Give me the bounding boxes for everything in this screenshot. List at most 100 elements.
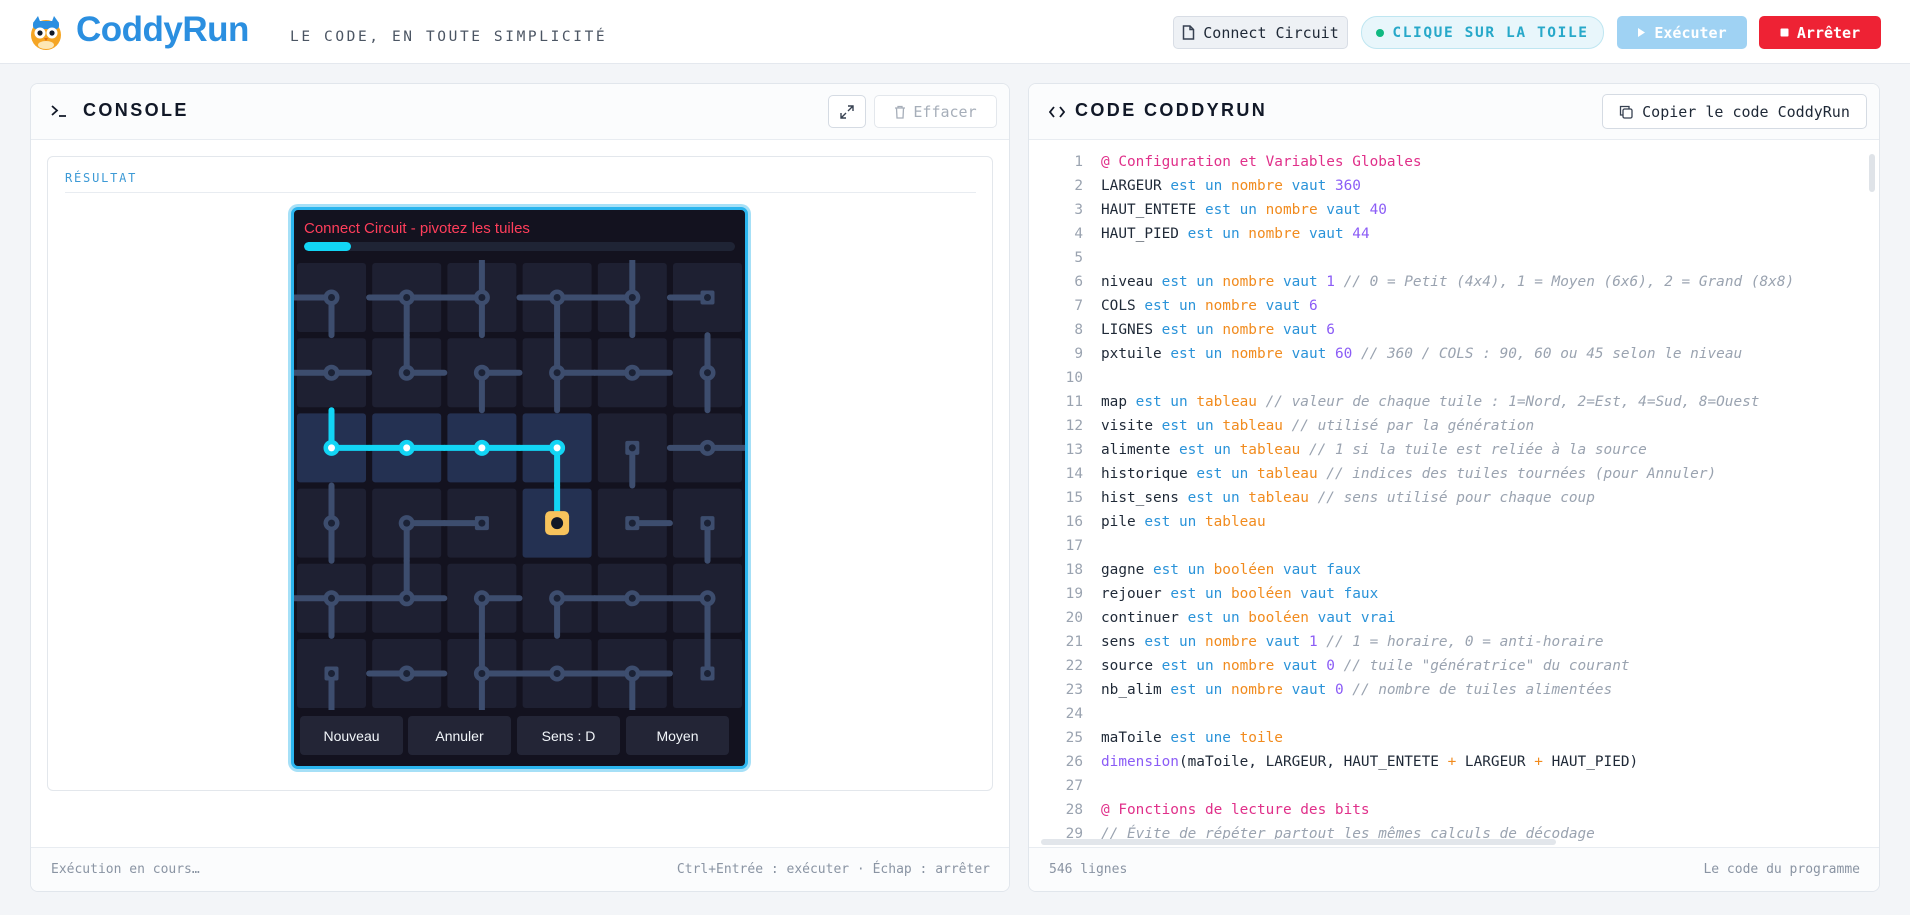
line-number: 22: [1065, 658, 1083, 674]
node-core: [403, 369, 411, 377]
code-token: +: [1534, 754, 1543, 770]
code-token: vaut faux: [1282, 562, 1361, 578]
node-core: [553, 369, 561, 377]
tagline: LE CODE, EN TOUTE SIMPLICITÉ: [290, 29, 608, 45]
owl-logo-icon: [31, 16, 61, 50]
line-number: 2: [1074, 178, 1083, 194]
line-number: 16: [1065, 514, 1083, 530]
code-footer-label: Le code du programme: [1703, 862, 1860, 877]
line-number: 23: [1065, 682, 1083, 698]
code-token: // tuile "génératrice" du courant: [1343, 658, 1630, 674]
node-core: [704, 594, 711, 602]
terminal-icon: [51, 105, 66, 117]
code-token: pxtuile: [1101, 346, 1171, 362]
code-token: booléen: [1248, 610, 1318, 626]
code-token: // sens utilisé pour chaque coup: [1317, 490, 1595, 506]
code-token: vaut faux: [1300, 586, 1379, 602]
file-button[interactable]: Connect Circuit: [1173, 16, 1348, 49]
node-core: [704, 670, 711, 677]
code-token: HAUT_PIED: [1101, 226, 1188, 242]
code-title: CODE CODDYRUN: [1075, 100, 1268, 120]
line-number: 27: [1065, 778, 1083, 794]
undo-button[interactable]: Annuler: [408, 716, 511, 755]
node-core: [328, 519, 335, 527]
vertical-scrollbar[interactable]: [1869, 154, 1875, 192]
code-editor[interactable]: 1 @ Configuration et Variables Globales 2 L…: [1029, 141, 1879, 841]
copy-code-button[interactable]: Copier le code CoddyRun: [1602, 94, 1867, 129]
line-number: 12: [1065, 418, 1083, 434]
line-content: @ Configuration et Variables Globales: [1101, 150, 1422, 174]
code-token: est un: [1170, 178, 1231, 194]
code-token: nombre: [1248, 226, 1309, 242]
code-token: LIGNES: [1101, 322, 1162, 338]
stop-button[interactable]: Arrêter: [1759, 16, 1881, 49]
code-token: tableau: [1239, 442, 1309, 458]
line-content: LARGEUR est un nombre vaut 360: [1101, 174, 1361, 198]
tile-grid[interactable]: [294, 260, 745, 710]
node-core: [403, 594, 411, 602]
run-button[interactable]: Exécuter: [1617, 16, 1747, 49]
code-token: est un: [1187, 490, 1249, 506]
line-number: 13: [1065, 442, 1083, 458]
line-content: maToile est une toile: [1101, 726, 1283, 750]
code-token: @ Configuration et Variables Globales: [1101, 154, 1422, 170]
clear-button[interactable]: Effacer: [874, 95, 997, 128]
code-token: vaut: [1326, 202, 1370, 218]
trash-icon: [895, 105, 906, 119]
expand-button[interactable]: [828, 95, 866, 128]
code-token: hist_sens: [1101, 490, 1188, 506]
node-core: [704, 369, 711, 377]
line-number: 19: [1065, 586, 1083, 602]
line-number: 1: [1074, 154, 1083, 170]
line-number: 9: [1074, 346, 1083, 362]
node-core: [553, 444, 561, 452]
code-token: // valeur de chaque tuile : 1=Nord, 2=Es…: [1265, 394, 1760, 410]
code-token: // 0 = Petit (4x4), 1 = Moyen (6x6), 2 =…: [1343, 274, 1795, 290]
level-button[interactable]: Moyen: [626, 716, 729, 755]
code-token: nombre: [1222, 274, 1283, 290]
node-core: [478, 294, 486, 301]
status-pill: CLIQUE SUR LA TOILE: [1361, 16, 1604, 49]
line-content: pile est un tableau: [1101, 510, 1266, 534]
code-token: niveau: [1101, 274, 1162, 290]
play-icon: [1638, 28, 1646, 37]
code-token: tableau: [1256, 466, 1327, 482]
code-token: est un: [1170, 346, 1231, 362]
line-number: 11: [1065, 394, 1083, 410]
code-token: COLS: [1101, 298, 1145, 314]
file-button-label: Connect Circuit: [1203, 23, 1339, 42]
line-content: @ Fonctions de lecture des bits: [1101, 798, 1370, 822]
code-brackets-icon: [1049, 106, 1065, 118]
line-number: 10: [1065, 370, 1083, 386]
node-core: [553, 594, 561, 602]
node-core: [478, 444, 486, 452]
clear-button-label: Effacer: [913, 102, 977, 121]
code-token: tableau: [1204, 514, 1266, 530]
line-content: hist_sens est un tableau // sens utilisé…: [1101, 486, 1595, 510]
code-token: est un: [1144, 514, 1205, 530]
code-token: // nombre de tuiles alimentées: [1352, 682, 1613, 698]
file-icon: [1183, 25, 1195, 40]
line-number: 4: [1074, 226, 1083, 242]
expand-icon: [840, 104, 854, 119]
horizontal-scrollbar[interactable]: [1041, 839, 1556, 845]
code-token: nombre: [1222, 658, 1283, 674]
code-header: CODE CODDYRUN Copier le code CoddyRun: [1029, 84, 1879, 140]
divider: [65, 192, 976, 193]
game-canvas[interactable]: Connect Circuit - pivotez les tuiles Nou…: [291, 207, 748, 769]
code-token: est un: [1152, 562, 1214, 578]
line-number: 17: [1065, 538, 1083, 554]
code-token: // 1 = horaire, 0 = anti-horaire: [1326, 634, 1604, 650]
node-core: [628, 444, 636, 452]
node-core: [328, 294, 335, 301]
new-game-button[interactable]: Nouveau: [300, 716, 403, 755]
line-number: 25: [1065, 730, 1083, 746]
node-core: [328, 670, 335, 677]
line-content: COLS est un nombre vaut 6: [1101, 294, 1318, 318]
direction-button[interactable]: Sens : D: [517, 716, 620, 755]
code-token: vaut: [1291, 178, 1335, 194]
progress-bar: [304, 242, 735, 251]
node-core: [704, 519, 711, 527]
line-count: 546 lignes: [1049, 862, 1128, 877]
node-core: [328, 594, 335, 602]
